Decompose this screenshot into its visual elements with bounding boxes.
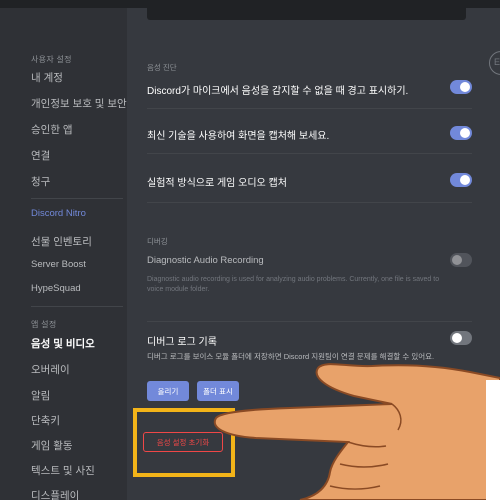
sidebar-item-authorized-apps[interactable]: 승인한 앱 <box>31 122 73 137</box>
show-folder-button[interactable]: 폴더 표시 <box>197 381 239 401</box>
debug-header: 디버깅 <box>147 237 168 246</box>
mic-warning-toggle[interactable] <box>450 80 472 94</box>
toggle-knob <box>452 333 462 343</box>
settings-sidebar: 사용자 설정 내 계정 개인정보 보호 및 보안 승인한 앱 연결 청구 Dis… <box>0 8 127 500</box>
sidebar-item-game-activity[interactable]: 게임 활동 <box>31 438 73 453</box>
divider <box>147 202 472 203</box>
diagnostic-audio-description: Diagnostic audio recording is used for a… <box>147 276 440 293</box>
sidebar-item-overlay[interactable]: 오버레이 <box>31 362 70 377</box>
screen-capture-toggle[interactable] <box>450 126 472 140</box>
sidebar-header-user-settings: 사용자 설정 <box>31 55 72 64</box>
sidebar-item-gift-inventory[interactable]: 선물 인벤토리 <box>31 234 92 249</box>
debug-log-toggle[interactable] <box>450 331 472 345</box>
sidebar-item-my-account[interactable]: 내 계정 <box>31 70 63 85</box>
highlight-box <box>133 408 235 477</box>
toggle-knob <box>460 82 470 92</box>
mic-warning-label: Discord가 마이크에서 음성을 감지할 수 없을 때 경고 표시하기. <box>147 86 409 97</box>
sidebar-divider <box>31 306 123 307</box>
diagnostic-audio-toggle[interactable] <box>450 253 472 267</box>
sidebar-item-discord-nitro[interactable]: Discord Nitro <box>31 208 86 219</box>
sidebar-item-hypesquad[interactable]: HypeSquad <box>31 283 81 294</box>
divider <box>147 153 472 154</box>
divider <box>147 108 472 109</box>
debug-log-description: 디버그 로그를 보이스 모듈 폴더에 저장하면 Discord 지원팀이 연결 … <box>147 352 435 361</box>
sidebar-header-app-settings: 앱 설정 <box>31 320 57 329</box>
game-audio-capture-toggle[interactable] <box>450 173 472 187</box>
sidebar-item-voice-video[interactable]: 음성 및 비디오 <box>31 336 95 351</box>
sidebar-item-server-boost[interactable]: Server Boost <box>31 259 86 270</box>
sidebar-item-privacy-safety[interactable]: 개인정보 보호 및 보안 <box>31 96 127 111</box>
toggle-knob <box>452 255 462 265</box>
screen-capture-label: 최신 기술을 사용하여 화면을 캡처해 보세요. <box>147 131 330 142</box>
input-field-remnant <box>147 8 466 20</box>
diagnostic-audio-title: Diagnostic Audio Recording <box>147 255 264 266</box>
upload-button[interactable]: 올리기 <box>147 381 189 401</box>
debug-log-title: 디버그 로그 기록 <box>147 337 217 348</box>
voice-diagnostics-header: 음성 진단 <box>147 63 177 72</box>
sidebar-item-display[interactable]: 디스플레이 <box>31 488 79 500</box>
white-edge-bar <box>486 380 500 500</box>
sidebar-divider <box>31 198 123 199</box>
sidebar-item-connections[interactable]: 연결 <box>31 148 50 163</box>
sidebar-item-billing[interactable]: 청구 <box>31 174 50 189</box>
toggle-knob <box>460 175 470 185</box>
sidebar-item-keybinds[interactable]: 단축키 <box>31 413 60 428</box>
window-top-bar <box>0 0 500 8</box>
game-audio-capture-label: 실험적 방식으로 게임 오디오 캡처 <box>147 178 287 189</box>
sidebar-item-text-images[interactable]: 텍스트 및 사진 <box>31 463 95 478</box>
sidebar-item-notifications[interactable]: 알림 <box>31 388 50 403</box>
divider <box>147 321 472 322</box>
toggle-knob <box>460 128 470 138</box>
